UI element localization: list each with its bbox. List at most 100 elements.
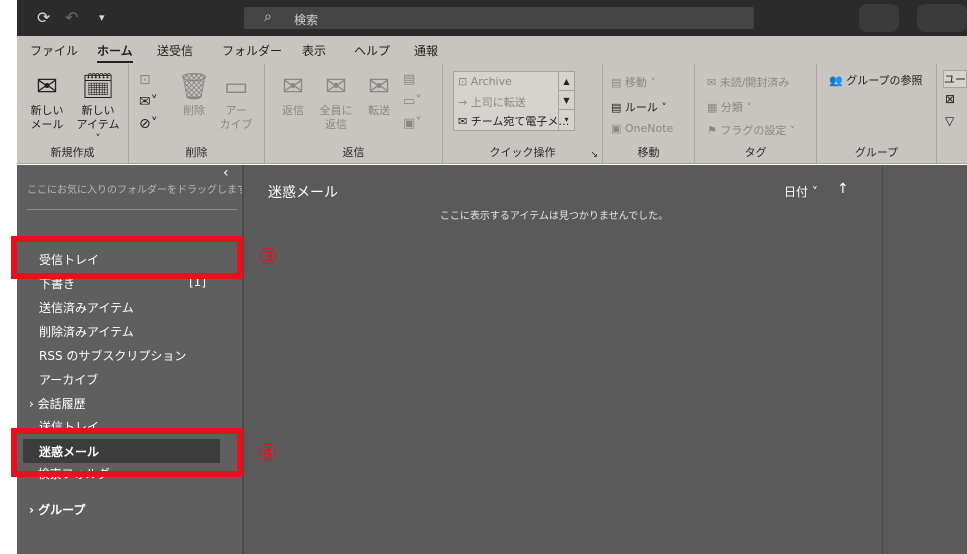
group-label-quick-steps: クイック操作 xyxy=(489,146,556,159)
move-button[interactable]: ▤ 移動 ˅ xyxy=(611,74,656,90)
group-new: ✉ 新しい メール 🗓 新しい アイテム ˅ 新規作成 xyxy=(17,64,129,164)
group-label-move: 移動 xyxy=(637,146,660,159)
title-bar: ⟳ ↶ ▾ ⌕ 検索 xyxy=(17,0,967,36)
tab-send-receive[interactable]: 送受信 xyxy=(157,42,193,59)
group-groups: 👥 グループの参照 グループ xyxy=(817,64,937,164)
folder-conversation-history[interactable]: › 会話履歴 xyxy=(29,395,86,412)
chevron-up-icon[interactable]: ▲ xyxy=(559,72,574,91)
ignore-icon[interactable]: ⊡ xyxy=(139,72,151,88)
im-icon[interactable]: ▭˅ xyxy=(403,94,422,109)
quick-steps-scroll[interactable]: ▲ ▼ ▾ xyxy=(558,72,574,130)
flag-icon: ⚑ xyxy=(707,124,721,137)
trash-icon: 🗑 xyxy=(177,72,211,102)
search-people-input[interactable]: ユー xyxy=(943,70,967,88)
envelope-open-icon: ✉ xyxy=(707,76,720,89)
annotation-box-4 xyxy=(11,428,243,477)
tab-report[interactable]: 通報 xyxy=(414,42,438,59)
follow-up-button[interactable]: ⚑ フラグの設定 ˅ xyxy=(707,122,795,138)
tab-home[interactable]: ホーム xyxy=(97,42,133,63)
folder-title: 迷惑メール xyxy=(268,185,338,201)
reply-all-button[interactable]: ✉ 全員に 返信 xyxy=(315,70,357,132)
dialog-launcher-icon[interactable]: ↘ xyxy=(590,150,598,160)
tab-view[interactable]: 表示 xyxy=(302,42,326,59)
expand-icon[interactable]: ▾ xyxy=(559,110,574,129)
chevron-right-icon: › xyxy=(29,503,39,517)
rules-icon: ▤ xyxy=(611,101,625,114)
group-label-respond: 返信 xyxy=(342,146,365,159)
onenote-button[interactable]: ▣ OneNote xyxy=(611,122,673,135)
address-book-icon[interactable]: ⊠ xyxy=(945,92,955,106)
delete-button[interactable]: 🗑 削除 xyxy=(177,70,211,118)
new-mail-button[interactable]: ✉ 新しい メール xyxy=(25,70,69,132)
arrow-right-icon: → xyxy=(458,96,471,109)
quick-steps-gallery[interactable]: ⊡ Archive → 上司に転送 ✉ チーム宛て電子メ… ▲ ▼ ▾ xyxy=(453,71,575,131)
ribbon-tabs: ファイル ホーム 送受信 フォルダー 表示 ヘルプ 通報 xyxy=(17,36,967,64)
cleanup-icon[interactable]: ✉˅ xyxy=(139,94,158,110)
quick-step-archive[interactable]: ⊡ Archive xyxy=(458,75,512,88)
group-label-groups: グループ xyxy=(854,146,899,159)
search-box[interactable]: ⌕ 検索 xyxy=(244,7,754,29)
group-quick-steps: ⊡ Archive → 上司に転送 ✉ チーム宛て電子メ… ▲ ▼ ▾ クイック… xyxy=(443,64,603,164)
archive-icon: ⊡ xyxy=(458,75,471,88)
sort-direction-button[interactable]: ↑ xyxy=(837,181,849,197)
annotation-number-4: ④ xyxy=(258,441,278,466)
group-label-delete: 削除 xyxy=(185,146,208,159)
annotation-box-3 xyxy=(11,236,243,279)
browse-groups-button[interactable]: 👥 グループの参照 xyxy=(829,72,923,88)
filter-icon[interactable]: ▽ xyxy=(945,114,954,128)
move-icon: ▤ xyxy=(611,76,625,89)
sort-by-dropdown[interactable]: 日付 ˅ xyxy=(784,183,818,200)
chevron-down-icon[interactable]: ▼ xyxy=(559,91,574,110)
forward-icon: ✉ xyxy=(368,72,390,102)
group-label-tags: タグ xyxy=(744,146,767,159)
tab-file[interactable]: ファイル xyxy=(30,42,78,59)
folder-groups[interactable]: › グループ xyxy=(29,501,85,518)
message-list-scrollbar[interactable] xyxy=(856,165,866,554)
new-items-icon: 🗓 xyxy=(81,72,115,102)
undo-icon[interactable]: ↶ xyxy=(65,8,78,28)
folder-deleted[interactable]: 削除済みアイテム xyxy=(39,323,134,340)
quick-step-team-email[interactable]: ✉ チーム宛て電子メ… xyxy=(458,113,569,129)
unread-read-button[interactable]: ✉ 未読/開封済み xyxy=(707,74,789,90)
group-find: ユー ⊠ ▽ xyxy=(937,64,967,164)
empty-message: ここに表示するアイテムは見つかりませんでした。 xyxy=(439,211,669,222)
new-item-button[interactable]: 🗓 新しい アイテム ˅ xyxy=(73,70,123,146)
more-respond-icon[interactable]: ▣˅ xyxy=(403,116,422,131)
folder-rss[interactable]: RSS のサブスクリプション xyxy=(39,347,186,364)
forward-button[interactable]: ✉ 転送 xyxy=(359,70,399,118)
tab-help[interactable]: ヘルプ xyxy=(354,42,390,59)
favorites-hint: ここにお気に入りのフォルダーをドラッグします xyxy=(27,185,242,196)
tab-folder[interactable]: フォルダー xyxy=(222,42,282,59)
group-respond: ✉ 返信 ✉ 全員に 返信 ✉ 転送 ▤ ▭˅ ▣˅ 返信 xyxy=(265,64,443,164)
chevron-left-icon[interactable]: ‹ xyxy=(223,165,229,181)
ribbon: ✉ 新しい メール 🗓 新しい アイテム ˅ 新規作成 ⊡ ✉˅ ⊘˅ 🗑 削除… xyxy=(17,64,967,164)
chevron-down-icon[interactable]: ▾ xyxy=(99,8,105,28)
message-list: 迷惑メール 日付 ˅ ↑ ここに表示するアイテムは見つかりませんでした。 xyxy=(244,165,882,554)
categorize-button[interactable]: ▦ 分類 ˅ xyxy=(707,99,752,115)
quick-step-to-manager[interactable]: → 上司に転送 xyxy=(458,94,526,110)
reply-all-icon: ✉ xyxy=(325,72,347,102)
group-move: ▤ 移動 ˅ ▤ ルール ˅ ▣ OneNote 移動 xyxy=(603,64,695,164)
reply-button[interactable]: ✉ 返信 xyxy=(273,70,313,118)
sync-icon[interactable]: ⟳ xyxy=(37,8,50,28)
envelope-icon: ✉ xyxy=(36,72,58,102)
junk-icon[interactable]: ⊘˅ xyxy=(139,116,158,132)
favorites-divider xyxy=(27,209,237,210)
folder-sent[interactable]: 送信済みアイテム xyxy=(39,299,134,316)
meeting-icon[interactable]: ▤ xyxy=(403,72,415,87)
archive-icon: ▭ xyxy=(223,72,249,102)
onenote-icon: ▣ xyxy=(611,122,625,135)
window-controls xyxy=(917,4,967,32)
people-icon: 👥 xyxy=(829,74,847,87)
archive-button[interactable]: ▭ アー カイブ xyxy=(217,70,255,132)
categorize-icon: ▦ xyxy=(707,101,721,114)
account-area xyxy=(859,4,899,32)
folder-archive[interactable]: アーカイブ xyxy=(39,371,98,388)
reading-pane xyxy=(882,165,967,554)
search-input[interactable]: 検索 xyxy=(294,11,318,28)
group-tags: ✉ 未読/開封済み ▦ 分類 ˅ ⚑ フラグの設定 ˅ タグ xyxy=(695,64,817,164)
group-label-new: 新規作成 xyxy=(50,146,95,159)
envelope-icon: ✉ xyxy=(458,115,471,128)
reply-icon: ✉ xyxy=(282,72,304,102)
rules-button[interactable]: ▤ ルール ˅ xyxy=(611,99,667,115)
